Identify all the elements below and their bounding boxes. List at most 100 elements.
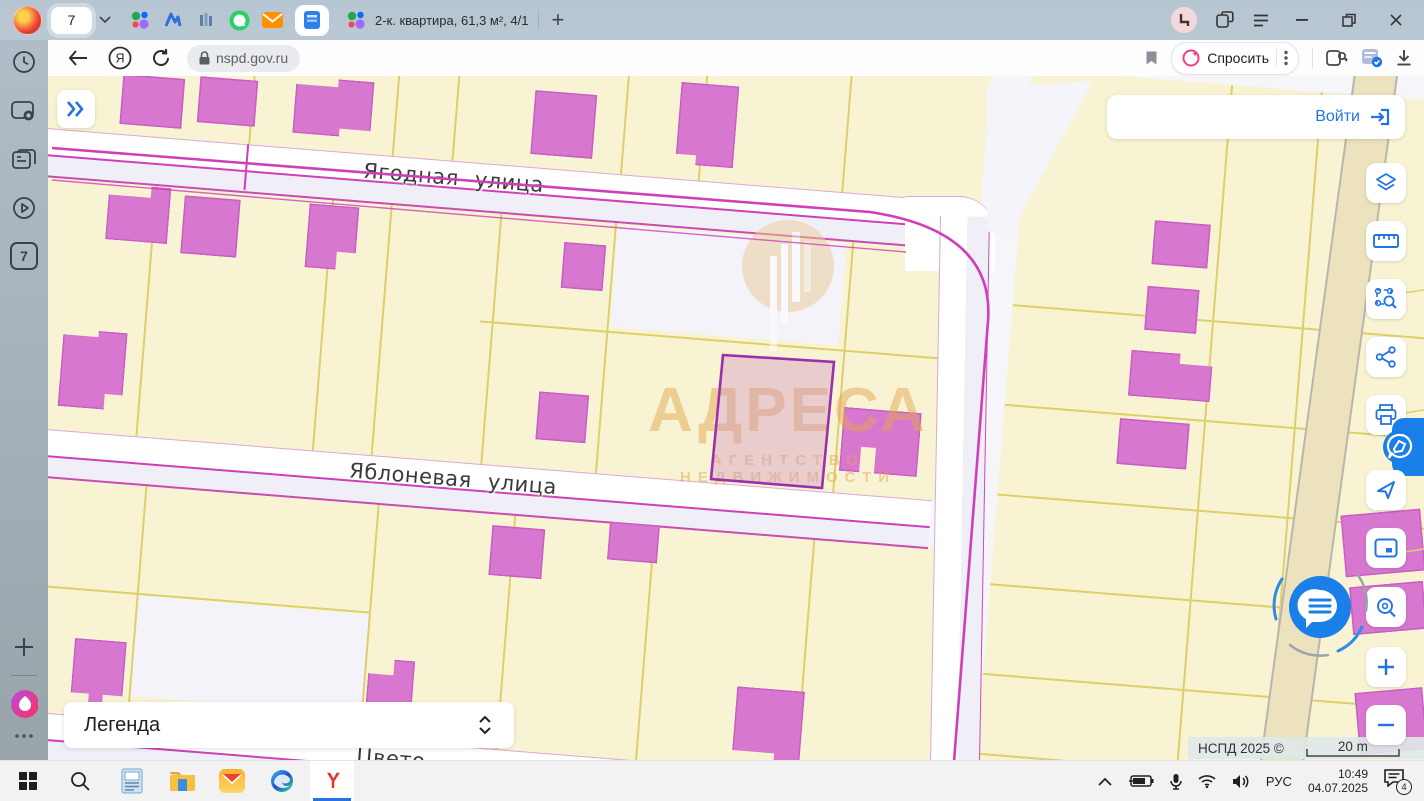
alice-ask-icon <box>1182 49 1200 67</box>
more-icon[interactable] <box>10 722 38 750</box>
attribution-text: НСПД 2025 © <box>1198 741 1284 756</box>
ask-ai-label: Спросить <box>1207 50 1269 66</box>
pinned-tab-whatsapp-icon[interactable] <box>228 9 250 31</box>
file-explorer-icon[interactable] <box>160 761 204 801</box>
tab-panels-icon[interactable] <box>1216 11 1234 29</box>
map-pin-tab-icon <box>1380 427 1420 467</box>
profile-avatar[interactable] <box>13 6 42 35</box>
login-button[interactable]: Войти <box>1315 108 1360 126</box>
address-bar[interactable]: nspd.gov.ru <box>187 45 300 72</box>
menu-icon[interactable] <box>1253 14 1269 27</box>
video-play-icon[interactable] <box>10 194 38 222</box>
ruler-icon <box>1373 233 1399 249</box>
restore-button[interactable] <box>1335 6 1363 34</box>
yandex-browser-taskbar[interactable] <box>310 761 354 801</box>
share-button[interactable] <box>1366 337 1406 377</box>
area-search-icon <box>1373 286 1399 312</box>
my-location-button[interactable] <box>1366 470 1406 510</box>
layers-button[interactable] <box>1366 163 1406 203</box>
pinned-tab-mail-icon[interactable] <box>261 9 283 31</box>
protect-extension-icon[interactable] <box>1361 48 1383 68</box>
new-tab-button[interactable]: + <box>551 7 564 33</box>
edge-browser-icon[interactable] <box>260 761 304 801</box>
double-chevron-right-icon <box>66 101 86 117</box>
microphone-icon[interactable] <box>1170 773 1182 790</box>
clock[interactable]: 10:49 04.07.2025 <box>1308 767 1368 795</box>
active-tab-nspd[interactable] <box>295 5 329 36</box>
map-overlay <box>48 76 1424 762</box>
feed-icon[interactable] <box>10 146 38 174</box>
unzoned-area <box>987 82 1092 238</box>
tab-title[interactable]: 2-к. квартира, 61,3 м², 4/1 <box>375 13 528 28</box>
windows-taskbar: РУС 10:49 04.07.2025 4 <box>0 760 1424 801</box>
yandex-services-icon[interactable]: Я <box>108 46 132 70</box>
pinned-tab-nav-icon[interactable] <box>162 9 184 31</box>
share-icon <box>1375 346 1397 368</box>
reload-icon[interactable] <box>151 48 171 68</box>
back-icon[interactable] <box>68 50 88 66</box>
ask-ai-button[interactable]: Спросить <box>1171 42 1299 75</box>
add-panel-icon[interactable] <box>10 633 38 661</box>
user-avatar[interactable] <box>1171 7 1197 33</box>
login-icon[interactable] <box>1369 107 1391 127</box>
area-search-button[interactable] <box>1366 279 1406 319</box>
tray-expand-icon[interactable] <box>1098 777 1112 786</box>
chevron-down-icon[interactable] <box>99 16 111 24</box>
browser-sidebar: 7 <box>0 40 48 762</box>
pinned-tab-avito-icon[interactable] <box>129 9 151 31</box>
notification-center[interactable]: 4 <box>1384 769 1410 793</box>
browser-tab-bar: 7 2-к. квартира, 61,3 м², 4/1 + <box>0 0 1424 40</box>
kebab-menu-icon[interactable] <box>1284 50 1288 66</box>
start-button[interactable] <box>6 761 50 801</box>
toolbar-divider <box>1312 48 1313 68</box>
browser-toolbar: Я nspd.gov.ru НСПД | Геоинформационный п… <box>48 40 1424 76</box>
taskbar-search-icon[interactable] <box>58 761 102 801</box>
downloads-icon[interactable] <box>1396 49 1412 67</box>
desktop: { "browser": { "tab_group_count": "7", "… <box>0 0 1424 800</box>
location-arrow-icon <box>1375 479 1397 501</box>
tab-separator <box>538 10 539 30</box>
extensions-key-icon[interactable] <box>1326 48 1348 68</box>
sort-chevrons-icon[interactable] <box>478 715 492 735</box>
selected-parcel[interactable] <box>711 355 834 488</box>
screenshot-icon[interactable] <box>10 98 38 126</box>
zoom-out-button[interactable] <box>1366 705 1406 745</box>
mail-app-icon[interactable] <box>210 761 254 801</box>
battery-icon[interactable] <box>1128 774 1154 788</box>
expand-sidebar-button[interactable] <box>57 90 95 128</box>
sidebar-divider <box>11 675 37 676</box>
cadastral-boundary <box>52 148 988 762</box>
minimize-button[interactable] <box>1288 6 1316 34</box>
svg-text:Я: Я <box>115 52 124 66</box>
game-777-icon[interactable]: 7 <box>10 242 38 270</box>
wifi-icon[interactable] <box>1198 774 1216 788</box>
volume-icon[interactable] <box>1232 774 1250 789</box>
lock-icon <box>199 51 210 65</box>
chat-widget[interactable] <box>1262 549 1378 665</box>
measure-button[interactable] <box>1366 221 1406 261</box>
close-icon[interactable] <box>1382 6 1410 34</box>
tab-group-chip[interactable]: 7 <box>51 7 92 34</box>
notification-badge: 4 <box>1396 779 1412 795</box>
history-icon[interactable] <box>10 48 38 76</box>
seven-label: 7 <box>10 242 38 270</box>
tray-date: 04.07.2025 <box>1308 781 1368 795</box>
bookmark-icon[interactable] <box>1145 50 1158 66</box>
tab-avito-favicon[interactable] <box>345 9 367 31</box>
pinned-tab-bank-icon[interactable] <box>195 9 217 31</box>
legend-title: Легенда <box>84 714 160 737</box>
layers-icon <box>1374 171 1398 195</box>
ask-divider <box>1276 49 1277 67</box>
login-panel: Войти <box>1107 95 1405 139</box>
tray-time: 10:49 <box>1308 767 1368 781</box>
plus-icon <box>1376 657 1396 677</box>
taskbar-app-icon[interactable] <box>110 761 154 801</box>
tab-group-count: 7 <box>68 12 76 28</box>
alice-icon[interactable] <box>10 690 38 718</box>
map-apps-tab[interactable] <box>1392 418 1424 476</box>
map-canvas[interactable]: Ягодная улица Яблоневая улица Цвето <box>48 76 1424 762</box>
language-indicator[interactable]: РУС <box>1266 774 1292 789</box>
url-text: nspd.gov.ru <box>216 50 288 66</box>
legend-panel[interactable]: Легенда <box>64 702 514 748</box>
minus-icon <box>1376 722 1396 728</box>
